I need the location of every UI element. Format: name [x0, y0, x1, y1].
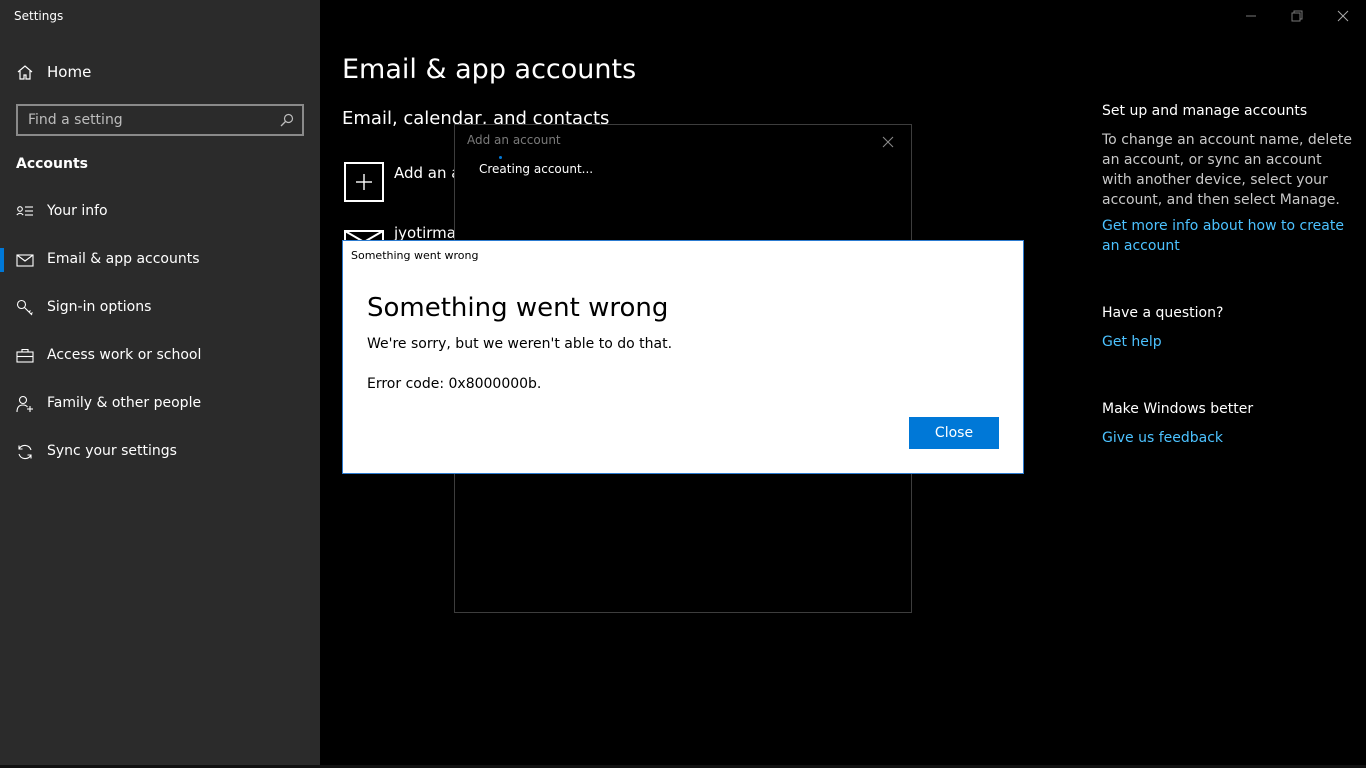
add-account-tile[interactable]: [344, 162, 384, 202]
person-card-icon: [16, 206, 33, 216]
better-heading: Make Windows better: [1102, 401, 1254, 417]
sidebar-item-access-work-or-school[interactable]: Access work or school: [0, 336, 320, 376]
restore-button[interactable]: [1274, 0, 1320, 32]
sidebar-item-label: Home: [47, 63, 92, 81]
dialog-window-title: Something went wrong: [351, 249, 479, 262]
sidebar-item-home[interactable]: Home: [0, 56, 320, 90]
manage-text: To change an account name, delete an acc…: [1102, 132, 1352, 208]
sidebar-item-label: Email & app accounts: [47, 251, 200, 267]
close-button[interactable]: Close: [909, 417, 999, 449]
manage-info-link[interactable]: Get more info about how to create an acc…: [1102, 216, 1352, 256]
sidebar-item-email-app-accounts[interactable]: Email & app accounts: [0, 240, 320, 280]
dialog-heading: Something went wrong: [367, 293, 669, 323]
window-controls: [1228, 0, 1366, 32]
search-icon[interactable]: [280, 113, 294, 127]
home-icon: [17, 65, 33, 80]
page-title: Email & app accounts: [342, 54, 637, 85]
search-input[interactable]: [18, 106, 268, 134]
sidebar-item-label: Sign-in options: [47, 299, 152, 315]
add-account-label[interactable]: Add an a: [394, 164, 460, 182]
sidebar-section-title: Accounts: [16, 156, 89, 172]
close-window-button[interactable]: [1320, 0, 1366, 32]
feedback-link[interactable]: Give us feedback: [1102, 428, 1352, 448]
sidebar-item-label: Family & other people: [47, 395, 202, 411]
sidebar-item-label: Sync your settings: [47, 443, 177, 459]
sidebar-item-label: Your info: [47, 203, 108, 219]
close-icon[interactable]: [881, 135, 895, 149]
dialog-message: We're sorry, but we weren't able to do t…: [367, 336, 673, 352]
manage-heading: Set up and manage accounts: [1102, 103, 1308, 119]
dialog-title: Add an account: [467, 133, 561, 147]
error-dialog: Something went wrong Something went wron…: [342, 240, 1024, 474]
close-icon: [1337, 10, 1349, 22]
search-box[interactable]: [16, 104, 304, 136]
sidebar-item-family-other-people[interactable]: Family & other people: [0, 384, 320, 424]
person-add-icon: [16, 395, 33, 413]
minimize-icon: [1246, 15, 1256, 17]
sidebar-item-sign-in-options[interactable]: Sign-in options: [0, 288, 320, 328]
sidebar-item-label: Access work or school: [47, 347, 202, 363]
sidebar-item-sync-your-settings[interactable]: Sync your settings: [0, 432, 320, 472]
get-help-link[interactable]: Get help: [1102, 332, 1352, 352]
plus-icon: [356, 174, 372, 190]
progress-spinner: [499, 156, 502, 159]
key-icon: [16, 299, 33, 316]
error-code: Error code: 0x8000000b.: [367, 376, 542, 392]
sidebar-item-your-info[interactable]: Your info: [0, 192, 320, 232]
minimize-button[interactable]: [1228, 0, 1274, 32]
briefcase-icon: [16, 348, 34, 363]
sync-icon: [18, 444, 32, 460]
status-text: Creating account...: [479, 162, 594, 176]
sidebar: Settings Home Accounts Your info Email &…: [0, 0, 320, 768]
restore-icon: [1291, 10, 1303, 22]
mail-icon: [16, 254, 34, 267]
question-heading: Have a question?: [1102, 305, 1224, 321]
app-title: Settings: [14, 9, 64, 23]
